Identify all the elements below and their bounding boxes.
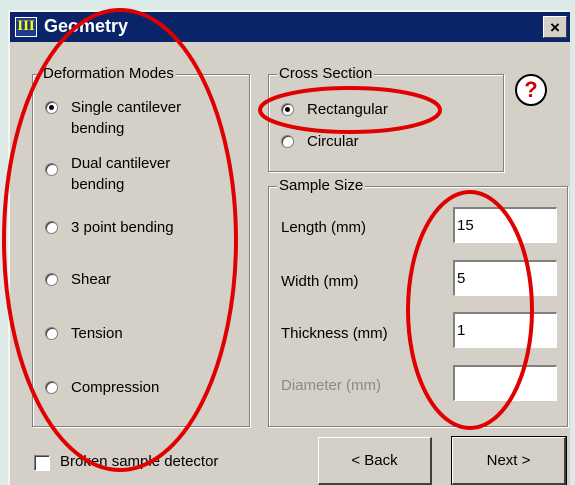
thickness-label: Thickness (mm) bbox=[281, 325, 388, 342]
option-label: Tension bbox=[71, 325, 123, 342]
cross-section-legend: Cross Section bbox=[277, 65, 375, 83]
broken-sample-checkbox[interactable] bbox=[34, 455, 50, 471]
cross-section-group: Cross Section Rectangular Circular bbox=[268, 65, 504, 172]
option-label: Compression bbox=[71, 379, 160, 396]
title-bar: III Geometry × bbox=[10, 12, 570, 42]
next-button[interactable]: Next > bbox=[451, 436, 567, 485]
radio-button[interactable] bbox=[281, 103, 294, 116]
length-field[interactable]: 15 bbox=[453, 207, 557, 243]
broken-sample-label: Broken sample detector bbox=[60, 453, 219, 470]
sample-size-group: Sample Size Length (mm) 15 Width (mm) 5 … bbox=[268, 177, 568, 427]
geometry-dialog: III Geometry × Deformation Modes Single … bbox=[8, 10, 570, 485]
width-field[interactable]: 5 bbox=[453, 260, 557, 296]
diameter-label: Diameter (mm) bbox=[281, 377, 381, 394]
close-button[interactable]: × bbox=[543, 16, 567, 38]
radio-button[interactable] bbox=[45, 273, 58, 286]
radio-button[interactable] bbox=[45, 221, 58, 234]
diameter-field[interactable] bbox=[453, 365, 557, 401]
option-label: Rectangular bbox=[307, 101, 388, 118]
sample-size-legend: Sample Size bbox=[277, 177, 366, 195]
option-label-line2: bending bbox=[71, 120, 125, 137]
app-icon: III bbox=[15, 17, 37, 37]
window-title: Geometry bbox=[44, 16, 129, 36]
thickness-field[interactable]: 1 bbox=[453, 312, 557, 348]
option-label: 3 point bending bbox=[71, 219, 174, 236]
radio-button[interactable] bbox=[45, 381, 58, 394]
option-label-line2: bending bbox=[71, 176, 125, 193]
width-label: Width (mm) bbox=[281, 273, 359, 290]
option-label: Single cantilever bbox=[71, 99, 182, 116]
radio-button[interactable] bbox=[45, 101, 58, 114]
deformation-modes-legend: Deformation Modes bbox=[41, 65, 176, 83]
help-icon[interactable]: ? bbox=[515, 74, 547, 106]
radio-button[interactable] bbox=[45, 327, 58, 340]
deformation-modes-group: Deformation Modes Single cantilever bend… bbox=[32, 65, 250, 427]
option-label: Dual cantilever bbox=[71, 155, 171, 172]
option-label: Shear bbox=[71, 271, 112, 288]
radio-button[interactable] bbox=[45, 163, 58, 176]
option-label: Circular bbox=[307, 133, 359, 150]
back-button[interactable]: < Back bbox=[318, 437, 432, 485]
length-label: Length (mm) bbox=[281, 219, 367, 236]
radio-button[interactable] bbox=[281, 135, 294, 148]
